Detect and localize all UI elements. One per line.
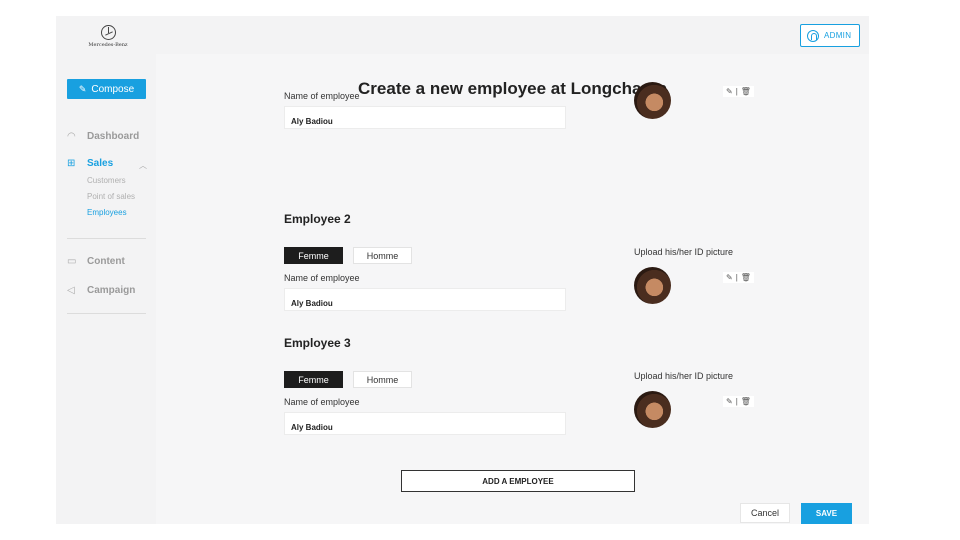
employee-avatar[interactable] <box>634 267 671 304</box>
gender-toggle: Femme Homme <box>284 371 412 388</box>
employee-avatar <box>634 82 671 119</box>
sidebar-divider <box>67 313 146 314</box>
employee-name-input[interactable] <box>284 106 566 129</box>
save-button[interactable]: SAVE <box>801 503 852 524</box>
employee-heading: Employee 2 <box>284 212 351 226</box>
gender-homme-button[interactable]: Homme <box>353 247 412 264</box>
mercedes-star-icon <box>100 25 116 40</box>
sidebar-item-label: Campaign <box>87 285 136 296</box>
picture-edit-tools: ✎ | 🗑 <box>723 396 754 407</box>
separator: | <box>735 273 738 282</box>
brand-logo[interactable]: Mercedes-Benz <box>88 25 128 48</box>
dashboard-icon: ◠ <box>67 131 76 142</box>
compose-button[interactable]: ✎ Compose <box>67 79 146 99</box>
add-employee-button[interactable]: ADD A EMPLOYEE <box>401 470 635 492</box>
user-icon <box>807 29 819 42</box>
employee-avatar[interactable] <box>634 391 671 428</box>
sidebar-divider <box>67 238 146 239</box>
employee-heading: Employee 3 <box>284 336 351 350</box>
trash-icon[interactable]: 🗑 <box>741 273 751 282</box>
sidebar-item-label: Dashboard <box>87 131 140 142</box>
pencil-icon[interactable]: ✎ <box>726 397 733 406</box>
sidebar-subitem-customers[interactable]: Customers <box>87 176 126 185</box>
admin-button[interactable]: ADMIN <box>800 24 860 47</box>
gender-femme-button[interactable]: Femme <box>284 371 343 388</box>
picture-edit-tools: ✎ | 🗑 <box>723 272 754 283</box>
admin-label: ADMIN <box>824 31 852 40</box>
pencil-icon[interactable]: ✎ <box>726 87 733 96</box>
separator: | <box>735 87 738 96</box>
sidebar-item-content[interactable]: ▭ Content <box>67 256 125 267</box>
sidebar-item-campaign[interactable]: ◁ Campaign <box>67 285 135 296</box>
gender-toggle: Femme Homme <box>284 247 412 264</box>
megaphone-icon: ◁ <box>67 285 75 296</box>
separator: | <box>735 397 738 406</box>
cancel-button[interactable]: Cancel <box>740 503 790 523</box>
sidebar-item-label: Sales <box>87 158 114 169</box>
page-title: Create a new employee at Longchamp <box>358 79 667 98</box>
compose-label: Compose <box>91 83 135 95</box>
employee-name-input[interactable] <box>284 288 566 311</box>
chevron-up-icon[interactable]: ︿ <box>139 160 147 171</box>
top-bar: Mercedes-Benz ADMIN <box>56 16 869 54</box>
sidebar-subitem-employees[interactable]: Employees <box>87 208 127 217</box>
sidebar-item-dashboard[interactable]: ◠ Dashboard <box>67 131 139 142</box>
picture-edit-tools: ✎ | 🗑 <box>723 86 754 97</box>
sidebar: ✎ Compose ◠ Dashboard ⊞ Sales ︿ Customer… <box>56 54 156 524</box>
main-content: Create a new employee at Longchamp Femme… <box>156 54 869 524</box>
upload-label: Upload his/her ID picture <box>634 371 734 381</box>
content-icon: ▭ <box>67 256 77 267</box>
sidebar-item-label: Content <box>87 256 125 267</box>
pencil-icon: ✎ <box>78 83 87 94</box>
logo-text: Mercedes-Benz <box>88 42 128 48</box>
employee-name-input[interactable] <box>284 412 566 435</box>
name-label: Name of employee <box>284 91 360 101</box>
gender-homme-button[interactable]: Homme <box>353 371 412 388</box>
upload-label: Upload his/her ID picture <box>634 247 734 257</box>
gender-femme-button[interactable]: Femme <box>284 247 343 264</box>
sidebar-item-sales[interactable]: ⊞ Sales <box>67 158 113 169</box>
sidebar-subitem-point-of-sales[interactable]: Point of sales <box>87 192 135 201</box>
trash-icon[interactable]: 🗑 <box>741 397 751 406</box>
trash-icon[interactable]: 🗑 <box>741 87 751 96</box>
name-label: Name of employee <box>284 273 360 283</box>
name-label: Name of employee <box>284 397 360 407</box>
pencil-icon[interactable]: ✎ <box>726 273 733 282</box>
app-window: Mercedes-Benz ADMIN ✎ Compose ◠ Dashboar… <box>56 16 869 524</box>
cart-icon: ⊞ <box>67 158 76 169</box>
